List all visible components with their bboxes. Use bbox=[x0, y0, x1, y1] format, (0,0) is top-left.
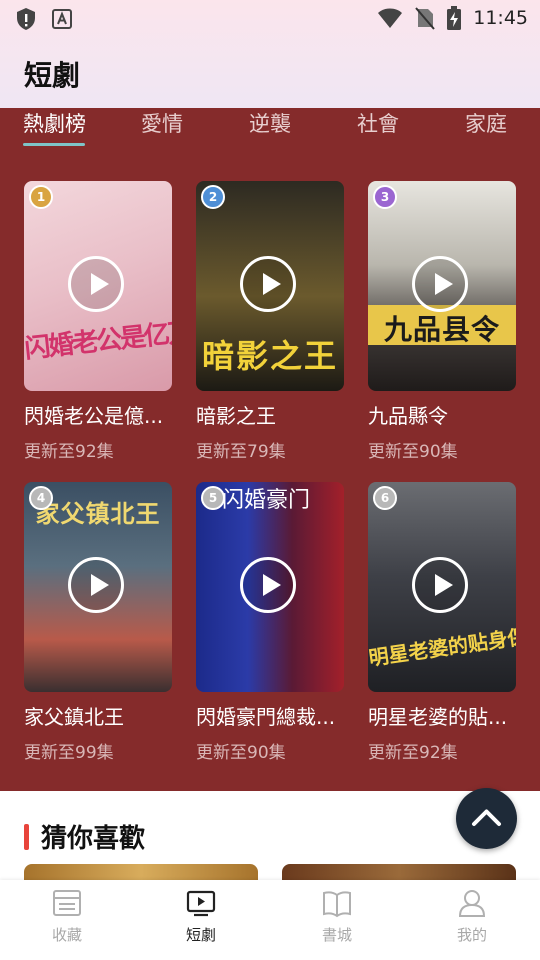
wifi-icon bbox=[378, 8, 403, 28]
nav-profile[interactable]: 我的 bbox=[427, 888, 517, 945]
battery-charging-icon bbox=[447, 6, 462, 30]
nav-short-drama-label: 短劇 bbox=[185, 926, 216, 944]
drama-cover[interactable]: 家父镇北王 4 bbox=[24, 482, 172, 692]
drama-cover[interactable]: 明星老婆的贴身保镖 6 bbox=[368, 482, 516, 692]
drama-update: 更新至79集 bbox=[196, 442, 286, 462]
nav-favorites-label: 收藏 bbox=[51, 926, 82, 944]
rank-badge: 6 bbox=[373, 486, 397, 510]
book-icon bbox=[323, 891, 351, 918]
list-icon bbox=[53, 890, 81, 916]
recommend-card[interactable] bbox=[282, 864, 516, 880]
tab-society[interactable]: 社會 bbox=[357, 108, 399, 138]
play-icon[interactable] bbox=[412, 256, 468, 312]
tab-comeback[interactable]: 逆襲 bbox=[249, 108, 291, 138]
rank-badge: 4 bbox=[29, 486, 53, 510]
play-screen-icon bbox=[186, 890, 216, 917]
rank-badge: 2 bbox=[201, 185, 225, 209]
drama-title: 明星老婆的貼... bbox=[368, 705, 508, 729]
play-icon[interactable] bbox=[240, 256, 296, 312]
clock: 11:45 bbox=[473, 7, 528, 29]
drama-cover[interactable]: 九品县令 3 bbox=[368, 181, 516, 391]
chevron-up-icon bbox=[472, 809, 501, 826]
tab-family[interactable]: 家庭 bbox=[465, 108, 507, 138]
recommend-title: 猜你喜歡 bbox=[41, 824, 146, 854]
person-icon bbox=[458, 890, 486, 917]
drama-card[interactable]: 家父镇北王 4 家父鎮北王 更新至99集 bbox=[24, 482, 172, 763]
drama-cover[interactable]: 闪婚豪门 5 bbox=[196, 482, 344, 692]
header-area: 11:45 短劇 bbox=[0, 0, 540, 108]
drama-update: 更新至92集 bbox=[368, 743, 458, 763]
drama-card[interactable]: 明星老婆的贴身保镖 6 明星老婆的貼... 更新至92集 bbox=[368, 482, 516, 763]
tab-romance[interactable]: 愛情 bbox=[141, 108, 183, 138]
nav-bookstore-label: 書城 bbox=[321, 926, 352, 944]
shield-icon bbox=[17, 8, 35, 30]
drama-card[interactable]: 闪婚老公是亿万富翁 1 閃婚老公是億... 更新至92集 bbox=[24, 181, 172, 462]
drama-card[interactable]: 暗影之王 2 暗影之王 更新至79集 bbox=[196, 181, 344, 462]
recommend-card[interactable] bbox=[24, 864, 258, 880]
drama-card[interactable]: 九品县令 3 九品縣令 更新至90集 bbox=[368, 181, 516, 462]
drama-title: 家父鎮北王 bbox=[24, 705, 124, 729]
drama-title: 閃婚老公是億... bbox=[24, 404, 164, 428]
no-sim-icon bbox=[415, 7, 435, 30]
drama-title: 九品縣令 bbox=[368, 404, 448, 428]
drama-update: 更新至99集 bbox=[24, 743, 114, 763]
category-tabs: 熱劇榜 愛情 逆襲 社會 家庭 bbox=[0, 108, 540, 154]
a-icon bbox=[52, 9, 72, 29]
rank-badge: 5 bbox=[201, 486, 225, 510]
scroll-top-button[interactable] bbox=[456, 788, 517, 849]
bottom-nav: 收藏 短劇 書城 我的 bbox=[0, 880, 540, 960]
drama-cover[interactable]: 闪婚老公是亿万富翁 1 bbox=[24, 181, 172, 391]
rank-badge: 3 bbox=[373, 185, 397, 209]
section-accent-bar bbox=[24, 823, 29, 850]
nav-favorites[interactable]: 收藏 bbox=[22, 888, 112, 945]
drama-cover[interactable]: 暗影之王 2 bbox=[196, 181, 344, 391]
cover-title-art: 暗影之王 bbox=[201, 337, 338, 375]
tab-hot-ranking[interactable]: 熱劇榜 bbox=[23, 108, 86, 138]
nav-profile-label: 我的 bbox=[456, 926, 487, 944]
cover-title-art: 九品县令 bbox=[383, 313, 500, 346]
drama-update: 更新至90集 bbox=[196, 743, 286, 763]
page-title: 短劇 bbox=[24, 59, 81, 92]
hot-drama-panel: 熱劇榜 愛情 逆襲 社會 家庭 闪婚老公是亿万富翁 1 閃婚老公是億... 更新… bbox=[0, 108, 540, 791]
drama-title: 暗影之王 bbox=[196, 404, 276, 428]
nav-bookstore[interactable]: 書城 bbox=[292, 888, 382, 945]
drama-card[interactable]: 闪婚豪门 5 閃婚豪門總裁... 更新至90集 bbox=[196, 482, 344, 763]
drama-update: 更新至92集 bbox=[24, 442, 114, 462]
play-icon[interactable] bbox=[68, 256, 124, 312]
play-icon[interactable] bbox=[68, 557, 124, 613]
drama-update: 更新至90集 bbox=[368, 442, 458, 462]
drama-title: 閃婚豪門總裁... bbox=[196, 705, 336, 729]
play-icon[interactable] bbox=[412, 557, 468, 613]
rank-badge: 1 bbox=[29, 185, 53, 209]
active-tab-indicator bbox=[23, 143, 85, 146]
play-icon[interactable] bbox=[240, 557, 296, 613]
status-bar: 11:45 bbox=[0, 0, 540, 38]
cover-title-art: 闪婚豪门 bbox=[221, 488, 310, 513]
nav-short-drama[interactable]: 短劇 bbox=[156, 888, 246, 945]
recommend-section-header: 猜你喜歡 bbox=[24, 818, 145, 855]
